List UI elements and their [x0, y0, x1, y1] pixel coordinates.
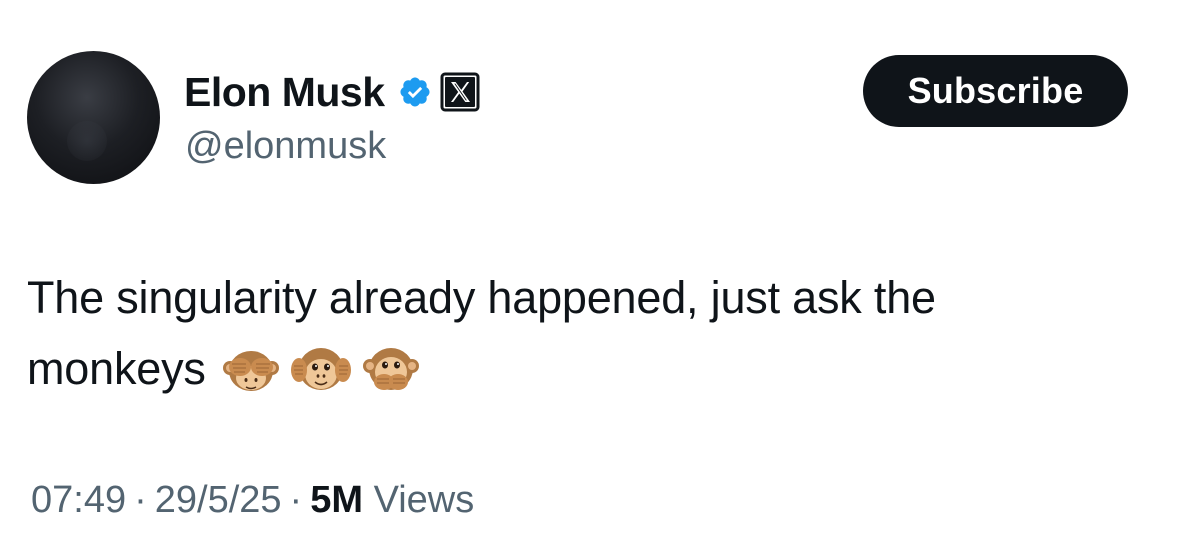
tweet-text-line-1: The singularity already happened, just a…: [27, 272, 936, 323]
emoji-group: [220, 340, 422, 396]
author-avatar[interactable]: [27, 51, 160, 184]
views-count: 5M: [310, 479, 363, 521]
author-name-row: Elon Musk: [184, 66, 480, 118]
x-logo-badge-icon[interactable]: [440, 72, 480, 112]
author-name[interactable]: Elon Musk: [184, 66, 385, 118]
tweet-date[interactable]: 29/5/25: [155, 479, 282, 521]
tweet-text-line-2-word: monkeys: [27, 343, 206, 394]
see-no-evil-monkey-icon: [222, 351, 279, 392]
tweet-meta: 07:49 · 29/5/25 · 5M Views: [31, 474, 474, 526]
views-link[interactable]: 5M Views: [310, 479, 474, 521]
speak-no-evil-monkey-icon: [362, 348, 419, 391]
meta-separator: ·: [134, 479, 147, 521]
meta-separator: ·: [289, 479, 303, 521]
tweet-text: The singularity already happened, just a…: [27, 262, 1147, 404]
author-handle[interactable]: @elonmusk: [185, 122, 386, 170]
verified-badge-icon[interactable]: [398, 75, 432, 109]
tweet-time[interactable]: 07:49: [31, 479, 126, 521]
tweet-text-line-2: monkeys: [27, 333, 1147, 404]
subscribe-button[interactable]: Subscribe: [863, 55, 1128, 127]
hear-no-evil-monkey-icon: [290, 348, 351, 391]
subscribe-button-label: Subscribe: [907, 70, 1084, 111]
views-label: Views: [373, 479, 475, 521]
